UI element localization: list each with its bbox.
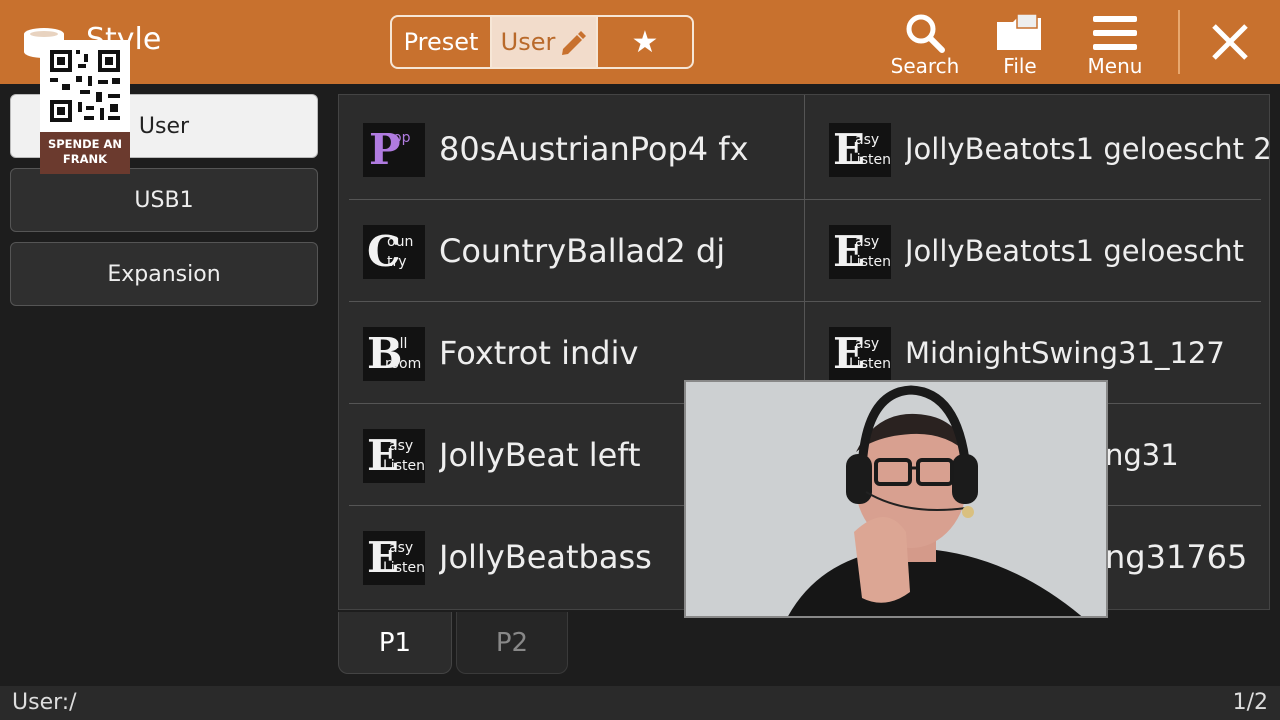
style-item[interactable]: E asy Listen JollyBeatots1 geloescht	[815, 201, 1267, 301]
tab-p1[interactable]: P1	[338, 612, 452, 674]
badge-text: try	[387, 254, 407, 270]
search-icon	[906, 14, 945, 53]
style-name: JollyBeat left	[439, 436, 641, 474]
category-badge-country: C oun try	[363, 225, 425, 279]
badge-text: Listen	[849, 356, 891, 372]
style-item[interactable]: E asy Listen JollyBeatots1 geloescht 2	[815, 99, 1272, 199]
badge-text: asy	[389, 540, 414, 556]
menu-label: Menu	[1087, 54, 1143, 78]
star-icon: ★	[631, 24, 659, 60]
style-name: JollyBeatots1 geloescht	[905, 234, 1245, 268]
title-bar: Style Preset User ★ Search File Menu	[0, 0, 1280, 84]
category-badge-ballroom: B all room	[363, 327, 425, 381]
category-badge-easy-listen: E asy Listen	[829, 327, 891, 381]
badge-text: Listen	[383, 560, 425, 576]
category-badge-easy-listen: E asy Listen	[363, 531, 425, 585]
style-name: ng31	[1105, 438, 1179, 472]
status-bar: User:/ 1/2	[0, 686, 1280, 720]
style-name: CountryBallad2 dj	[439, 232, 726, 270]
user-tab[interactable]: User	[492, 17, 598, 67]
category-badge-pop: P op	[363, 123, 425, 177]
preset-tab[interactable]: Preset	[392, 17, 492, 67]
sidebar-item-label: Expansion	[107, 261, 221, 287]
badge-text: room	[385, 356, 422, 372]
style-item[interactable]: C oun try CountryBallad2 dj	[349, 201, 801, 301]
row-divider	[349, 199, 1261, 200]
webcam-overlay	[684, 380, 1108, 618]
badge-text: op	[393, 130, 411, 146]
style-name: Foxtrot indiv	[439, 334, 639, 372]
favorite-tab[interactable]: ★	[598, 17, 692, 67]
badge-text: oun	[387, 234, 414, 250]
search-label: Search	[890, 54, 960, 78]
sidebar-item-usb1[interactable]: USB1	[10, 168, 318, 232]
toolbar-divider	[1178, 10, 1180, 74]
style-item[interactable]: P op 80sAustrianPop4 fx	[349, 99, 801, 199]
user-tab-label: User	[500, 28, 556, 56]
badge-text: Listen	[849, 152, 891, 168]
folder-icon	[997, 13, 1041, 50]
preset-tab-label: Preset	[403, 28, 479, 56]
close-icon[interactable]	[1204, 18, 1256, 66]
badge-text: Listen	[383, 458, 425, 474]
tab-label: P2	[495, 627, 529, 658]
badge-text: Listen	[849, 254, 891, 270]
donation-qr-overlay: SPENDE AN FRANK	[40, 40, 130, 174]
current-path: User:/	[12, 690, 77, 715]
sidebar-item-label: User	[138, 113, 190, 139]
pencil-icon	[562, 31, 587, 55]
badge-text: asy	[389, 438, 414, 454]
row-divider	[349, 301, 1261, 302]
category-badge-easy-listen: E asy Listen	[829, 225, 891, 279]
badge-text: asy	[855, 132, 880, 148]
category-badge-easy-listen: E asy Listen	[829, 123, 891, 177]
badge-text: asy	[855, 234, 880, 250]
style-name: ng31765	[1105, 538, 1248, 576]
source-switch: Preset User ★	[390, 15, 694, 69]
style-name: JollyBeatots1 geloescht 2	[905, 132, 1272, 166]
sidebar-item-label: USB1	[134, 187, 194, 213]
donation-caption: SPENDE AN FRANK	[40, 132, 130, 174]
menu-button[interactable]: Menu	[1070, 10, 1160, 80]
style-name: 80sAustrianPop4 fx	[439, 130, 749, 168]
tab-label: P1	[378, 627, 412, 658]
badge-text: all	[391, 336, 408, 352]
presenter-video	[686, 382, 1106, 616]
badge-text: asy	[855, 336, 880, 352]
style-name: JollyBeatbass	[439, 538, 652, 576]
page-indicator: 1/2	[1232, 690, 1268, 715]
sidebar-item-expansion[interactable]: Expansion	[10, 242, 318, 306]
search-button[interactable]: Search	[880, 10, 970, 80]
tab-p2[interactable]: P2	[456, 612, 568, 674]
qr-code-icon	[40, 40, 130, 132]
file-label: File	[1003, 54, 1037, 78]
file-button[interactable]: File	[975, 10, 1065, 80]
category-badge-easy-listen: E asy Listen	[363, 429, 425, 483]
menu-icon	[1093, 16, 1137, 50]
